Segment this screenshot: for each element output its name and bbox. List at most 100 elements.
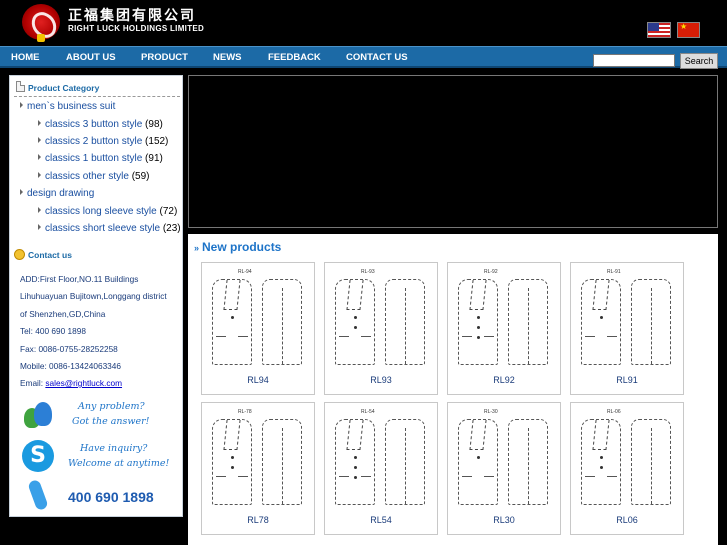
category-count: (59) bbox=[131, 171, 150, 182]
product-card[interactable]: RL-91 RL91 bbox=[570, 262, 684, 395]
category-classics-3-button[interactable]: classics 3 button style (98) bbox=[38, 119, 163, 130]
product-image[interactable]: RL-78 bbox=[208, 409, 308, 511]
arrow-right-icon bbox=[38, 120, 41, 126]
category-short-sleeve[interactable]: classics short sleeve style (23) bbox=[38, 223, 181, 234]
product-code[interactable]: RL94 bbox=[202, 375, 314, 385]
nav-feedback[interactable]: FEEDBACK bbox=[268, 52, 321, 63]
product-card[interactable]: RL-78 RL78 bbox=[201, 402, 315, 535]
product-code[interactable]: RL06 bbox=[571, 515, 683, 525]
product-code[interactable]: RL92 bbox=[448, 375, 560, 385]
product-code[interactable]: RL30 bbox=[448, 515, 560, 525]
category-classics-other[interactable]: classics other style (59) bbox=[38, 171, 150, 182]
product-image[interactable]: RL-54 bbox=[331, 409, 431, 511]
product-image[interactable]: RL-91 bbox=[577, 269, 677, 371]
category-label: classics 2 button style bbox=[45, 136, 143, 147]
suit-back-drawing bbox=[508, 279, 548, 365]
brand-name-cn: 正福集团有限公司 bbox=[68, 8, 196, 24]
suit-back-drawing bbox=[631, 419, 671, 505]
product-card[interactable]: RL-54 RL54 bbox=[324, 402, 438, 535]
arrow-right-icon bbox=[38, 207, 41, 213]
search-input[interactable] bbox=[593, 54, 675, 67]
product-image[interactable]: RL-94 bbox=[208, 269, 308, 371]
product-code[interactable]: RL91 bbox=[571, 375, 683, 385]
category-label: men`s business suit bbox=[27, 101, 116, 112]
phone-number: 400 690 1898 bbox=[68, 489, 154, 505]
category-mens-business-suit[interactable]: men`s business suit bbox=[20, 101, 115, 112]
product-image[interactable]: RL-93 bbox=[331, 269, 431, 371]
new-products-panel: » New products RL-94 RL94 RL-93 RL93 RL-92 RL9… bbox=[188, 234, 718, 545]
category-label: classics other style bbox=[45, 171, 129, 182]
product-drawing-tag: RL-78 bbox=[238, 409, 252, 415]
category-count: (152) bbox=[145, 136, 169, 147]
category-classics-1-button[interactable]: classics 1 button style (91) bbox=[38, 153, 163, 164]
new-products-title-text: New products bbox=[202, 240, 282, 254]
msn-text-line-2: Got the answer! bbox=[72, 416, 150, 427]
product-image[interactable]: RL-06 bbox=[577, 409, 677, 511]
suit-front-drawing bbox=[581, 419, 621, 505]
suit-back-drawing bbox=[508, 419, 548, 505]
product-card[interactable]: RL-30 RL30 bbox=[447, 402, 561, 535]
suit-front-drawing bbox=[458, 279, 498, 365]
lightbulb-icon bbox=[14, 249, 25, 260]
product-card[interactable]: RL-06 RL06 bbox=[570, 402, 684, 535]
product-image[interactable]: RL-30 bbox=[454, 409, 554, 511]
contact-fax: Fax: 0086-0755-28252258 bbox=[20, 344, 118, 354]
contact-tel: Tel: 400 690 1898 bbox=[20, 326, 86, 336]
sidebar: Product Category men`s business suit cla… bbox=[9, 75, 183, 517]
new-products-title: » New products bbox=[194, 240, 281, 254]
msn-messenger-icon bbox=[20, 398, 56, 432]
product-code[interactable]: RL78 bbox=[202, 515, 314, 525]
category-title: Product Category bbox=[28, 83, 100, 93]
msn-text-line-1: Any problem? bbox=[78, 401, 145, 412]
skype-icon: S bbox=[22, 440, 54, 472]
category-label: design drawing bbox=[27, 188, 95, 199]
nav-product[interactable]: PRODUCT bbox=[141, 52, 188, 63]
arrow-right-icon bbox=[38, 172, 41, 178]
category-classics-2-button[interactable]: classics 2 button style (152) bbox=[38, 136, 168, 147]
suit-back-drawing bbox=[262, 419, 302, 505]
category-count: (98) bbox=[145, 119, 163, 130]
suit-front-drawing bbox=[458, 419, 498, 505]
skype-contact-badge[interactable]: S Have inquiry? Welcome at anytime! bbox=[20, 438, 180, 478]
header: 正福集团有限公司 RIGHT LUCK HOLDINGS LIMITED bbox=[0, 0, 727, 46]
banner bbox=[188, 75, 718, 228]
contact-title: Contact us bbox=[28, 250, 72, 260]
email-prefix: Email: bbox=[20, 378, 46, 388]
skype-text-line-2: Welcome at anytime! bbox=[68, 458, 170, 469]
arrow-right-icon bbox=[38, 224, 41, 230]
logo-icon[interactable] bbox=[22, 4, 60, 42]
category-label: classics short sleeve style bbox=[45, 223, 161, 234]
product-drawing-tag: RL-06 bbox=[607, 409, 621, 415]
phone-contact-badge[interactable]: 400 690 1898 bbox=[20, 478, 180, 518]
product-image[interactable]: RL-92 bbox=[454, 269, 554, 371]
product-code[interactable]: RL93 bbox=[325, 375, 437, 385]
nav-news[interactable]: NEWS bbox=[213, 52, 242, 63]
product-code[interactable]: RL54 bbox=[325, 515, 437, 525]
category-design-drawing[interactable]: design drawing bbox=[20, 188, 94, 199]
suit-front-drawing bbox=[335, 419, 375, 505]
china-flag-icon[interactable] bbox=[677, 22, 700, 38]
product-card[interactable]: RL-92 RL92 bbox=[447, 262, 561, 395]
product-drawing-tag: RL-94 bbox=[238, 269, 252, 275]
suit-back-drawing bbox=[385, 279, 425, 365]
category-long-sleeve[interactable]: classics long sleeve style (72) bbox=[38, 206, 177, 217]
arrow-right-icon bbox=[38, 137, 41, 143]
category-label: classics long sleeve style bbox=[45, 206, 157, 217]
product-card[interactable]: RL-94 RL94 bbox=[201, 262, 315, 395]
category-count: (91) bbox=[145, 153, 163, 164]
contact-address-1: ADD:First Floor,NO.11 Buildings bbox=[20, 274, 139, 284]
arrow-right-icon bbox=[20, 189, 23, 195]
us-flag-icon[interactable] bbox=[647, 22, 671, 38]
nav-contact-us[interactable]: CONTACT US bbox=[346, 52, 408, 63]
contact-address-2: Lihuhuayuan Bujitown,Longgang district bbox=[20, 291, 167, 301]
nav-about-us[interactable]: ABOUT US bbox=[66, 52, 116, 63]
product-card[interactable]: RL-93 RL93 bbox=[324, 262, 438, 395]
category-header: Product Category bbox=[14, 79, 180, 97]
email-link[interactable]: sales@rightluck.com bbox=[45, 378, 122, 388]
msn-contact-badge[interactable]: Any problem? Got the answer! bbox=[20, 396, 180, 436]
skype-text-line-1: Have inquiry? bbox=[80, 443, 148, 454]
contact-mobile: Mobile: 0086-13424063346 bbox=[20, 361, 122, 371]
product-drawing-tag: RL-91 bbox=[607, 269, 621, 275]
search-button[interactable]: Search bbox=[680, 53, 718, 69]
nav-home[interactable]: HOME bbox=[11, 52, 40, 63]
